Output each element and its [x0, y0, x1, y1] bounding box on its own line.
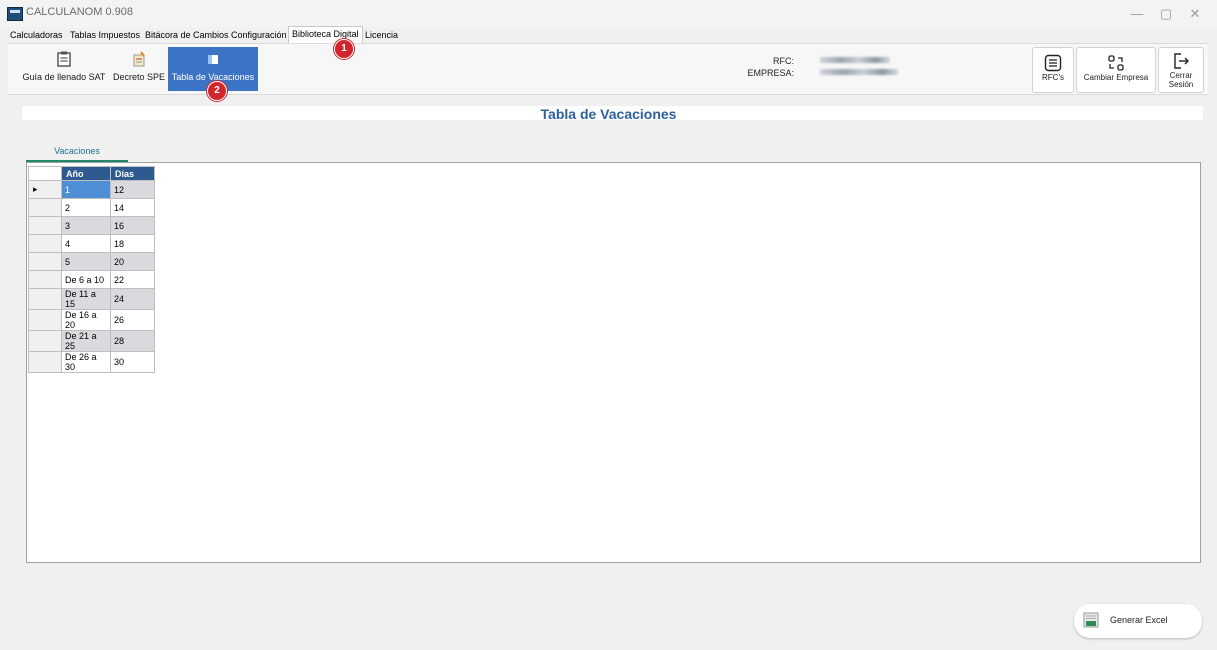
- annotation-badge-1: 1: [334, 39, 354, 59]
- row-header[interactable]: [28, 288, 62, 310]
- rfcs-button[interactable]: RFC's: [1032, 47, 1074, 93]
- cell-anio[interactable]: De 11 a 15: [61, 288, 111, 310]
- tab-tablas-impuestos[interactable]: Tablas Impuestos: [67, 28, 143, 42]
- page-title: Tabla de Vacaciones: [540, 106, 677, 122]
- swap-icon: [1108, 55, 1124, 71]
- list-icon: [1044, 54, 1062, 72]
- table-row[interactable]: ▸ 1 12: [28, 180, 155, 199]
- guia-llenado-sat-button[interactable]: Guía de llenado SAT: [18, 47, 110, 91]
- window-title: CALCULANOM 0.908: [26, 6, 133, 18]
- table-row[interactable]: De 16 a 20 26: [28, 309, 155, 331]
- cell-dias[interactable]: 14: [110, 198, 155, 217]
- row-header[interactable]: [28, 198, 62, 217]
- annotation-badge-2: 2: [207, 81, 227, 101]
- cambiar-empresa-label: Cambiar Empresa: [1083, 73, 1149, 82]
- empresa-value-redacted: [820, 69, 898, 75]
- cell-dias[interactable]: 28: [110, 330, 155, 352]
- minimize-button[interactable]: —: [1122, 4, 1152, 24]
- row-selector-icon[interactable]: ▸: [28, 180, 62, 199]
- cerrar-sesion-button[interactable]: Cerrar Sesión: [1158, 47, 1204, 93]
- cell-anio[interactable]: 2: [61, 198, 111, 217]
- row-header[interactable]: [28, 351, 62, 373]
- cell-anio[interactable]: 3: [61, 216, 111, 235]
- table-row[interactable]: De 21 a 25 28: [28, 330, 155, 352]
- cerrar-label: Cerrar: [1169, 71, 1193, 80]
- cell-anio[interactable]: De 26 a 30: [61, 351, 111, 373]
- app-icon: [7, 7, 23, 21]
- cell-anio[interactable]: De 6 a 10: [61, 270, 111, 289]
- tab-biblioteca-digital[interactable]: Biblioteca Digital: [288, 26, 363, 43]
- cell-dias[interactable]: 22: [110, 270, 155, 289]
- decreto-spe-label: Decreto SPE: [112, 72, 166, 82]
- cell-dias[interactable]: 30: [110, 351, 155, 373]
- table-row[interactable]: 3 16: [28, 216, 155, 235]
- grid-header-row: Año Días: [28, 166, 155, 181]
- tab-configuracion[interactable]: Configuración: [228, 28, 290, 42]
- cell-dias[interactable]: 24: [110, 288, 155, 310]
- table-icon: [208, 55, 218, 64]
- table-row[interactable]: De 26 a 30 30: [28, 351, 155, 373]
- row-header[interactable]: [28, 234, 62, 253]
- cell-dias[interactable]: 20: [110, 252, 155, 271]
- cambiar-empresa-button[interactable]: Cambiar Empresa: [1076, 47, 1156, 93]
- cell-dias[interactable]: 18: [110, 234, 155, 253]
- rfcs-label: RFC's: [1042, 73, 1064, 82]
- row-header[interactable]: [28, 309, 62, 331]
- cell-anio[interactable]: 1: [61, 180, 111, 199]
- column-header-dias[interactable]: Días: [110, 166, 155, 181]
- table-row[interactable]: 5 20: [28, 252, 155, 271]
- row-header-corner: [28, 166, 62, 181]
- cell-dias[interactable]: 16: [110, 216, 155, 235]
- table-row[interactable]: 4 18: [28, 234, 155, 253]
- maximize-button[interactable]: ▢: [1151, 4, 1181, 24]
- logout-icon: [1174, 53, 1189, 69]
- title-bar: CALCULANOM 0.908 — ▢ ✕: [0, 0, 1217, 28]
- generar-excel-label: Generar Excel: [1110, 615, 1168, 625]
- cell-anio[interactable]: De 16 a 20: [61, 309, 111, 331]
- excel-icon: [1083, 612, 1099, 628]
- clipboard-icon: [57, 51, 71, 67]
- cell-anio[interactable]: 5: [61, 252, 111, 271]
- close-button[interactable]: ✕: [1180, 4, 1210, 24]
- cell-dias[interactable]: 26: [110, 309, 155, 331]
- document-pen-icon: [133, 51, 145, 67]
- cell-anio[interactable]: 4: [61, 234, 111, 253]
- row-header[interactable]: [28, 216, 62, 235]
- cell-anio[interactable]: De 21 a 25: [61, 330, 111, 352]
- vacaciones-grid[interactable]: Año Días ▸ 1 12 2 14 3 16 4 18 5 20 De 6…: [28, 166, 155, 373]
- row-header[interactable]: [28, 270, 62, 289]
- decreto-spe-button[interactable]: Decreto SPE: [112, 47, 166, 91]
- cell-dias[interactable]: 12: [110, 180, 155, 199]
- tab-bitacora-de-cambios[interactable]: Bitácora de Cambios: [142, 28, 232, 42]
- table-row[interactable]: De 6 a 10 22: [28, 270, 155, 289]
- menu-tabs: Calculadoras Tablas Impuestos Bitácora d…: [0, 26, 1217, 43]
- empresa-label: EMPRESA:: [747, 68, 794, 78]
- table-row[interactable]: De 11 a 15 24: [28, 288, 155, 310]
- row-header[interactable]: [28, 330, 62, 352]
- column-header-anio[interactable]: Año: [61, 166, 111, 181]
- table-row[interactable]: 2 14: [28, 198, 155, 217]
- generar-excel-button[interactable]: Generar Excel: [1074, 604, 1202, 638]
- row-header[interactable]: [28, 252, 62, 271]
- content-panel: [26, 162, 1201, 563]
- rfc-label: RFC:: [773, 56, 794, 66]
- tab-licencia[interactable]: Licencia: [362, 28, 401, 42]
- tab-calculadoras[interactable]: Calculadoras: [7, 28, 66, 42]
- sesion-label: Sesión: [1168, 80, 1194, 89]
- guia-llenado-sat-label: Guía de llenado SAT: [22, 72, 106, 82]
- rfc-value-redacted: [820, 57, 890, 63]
